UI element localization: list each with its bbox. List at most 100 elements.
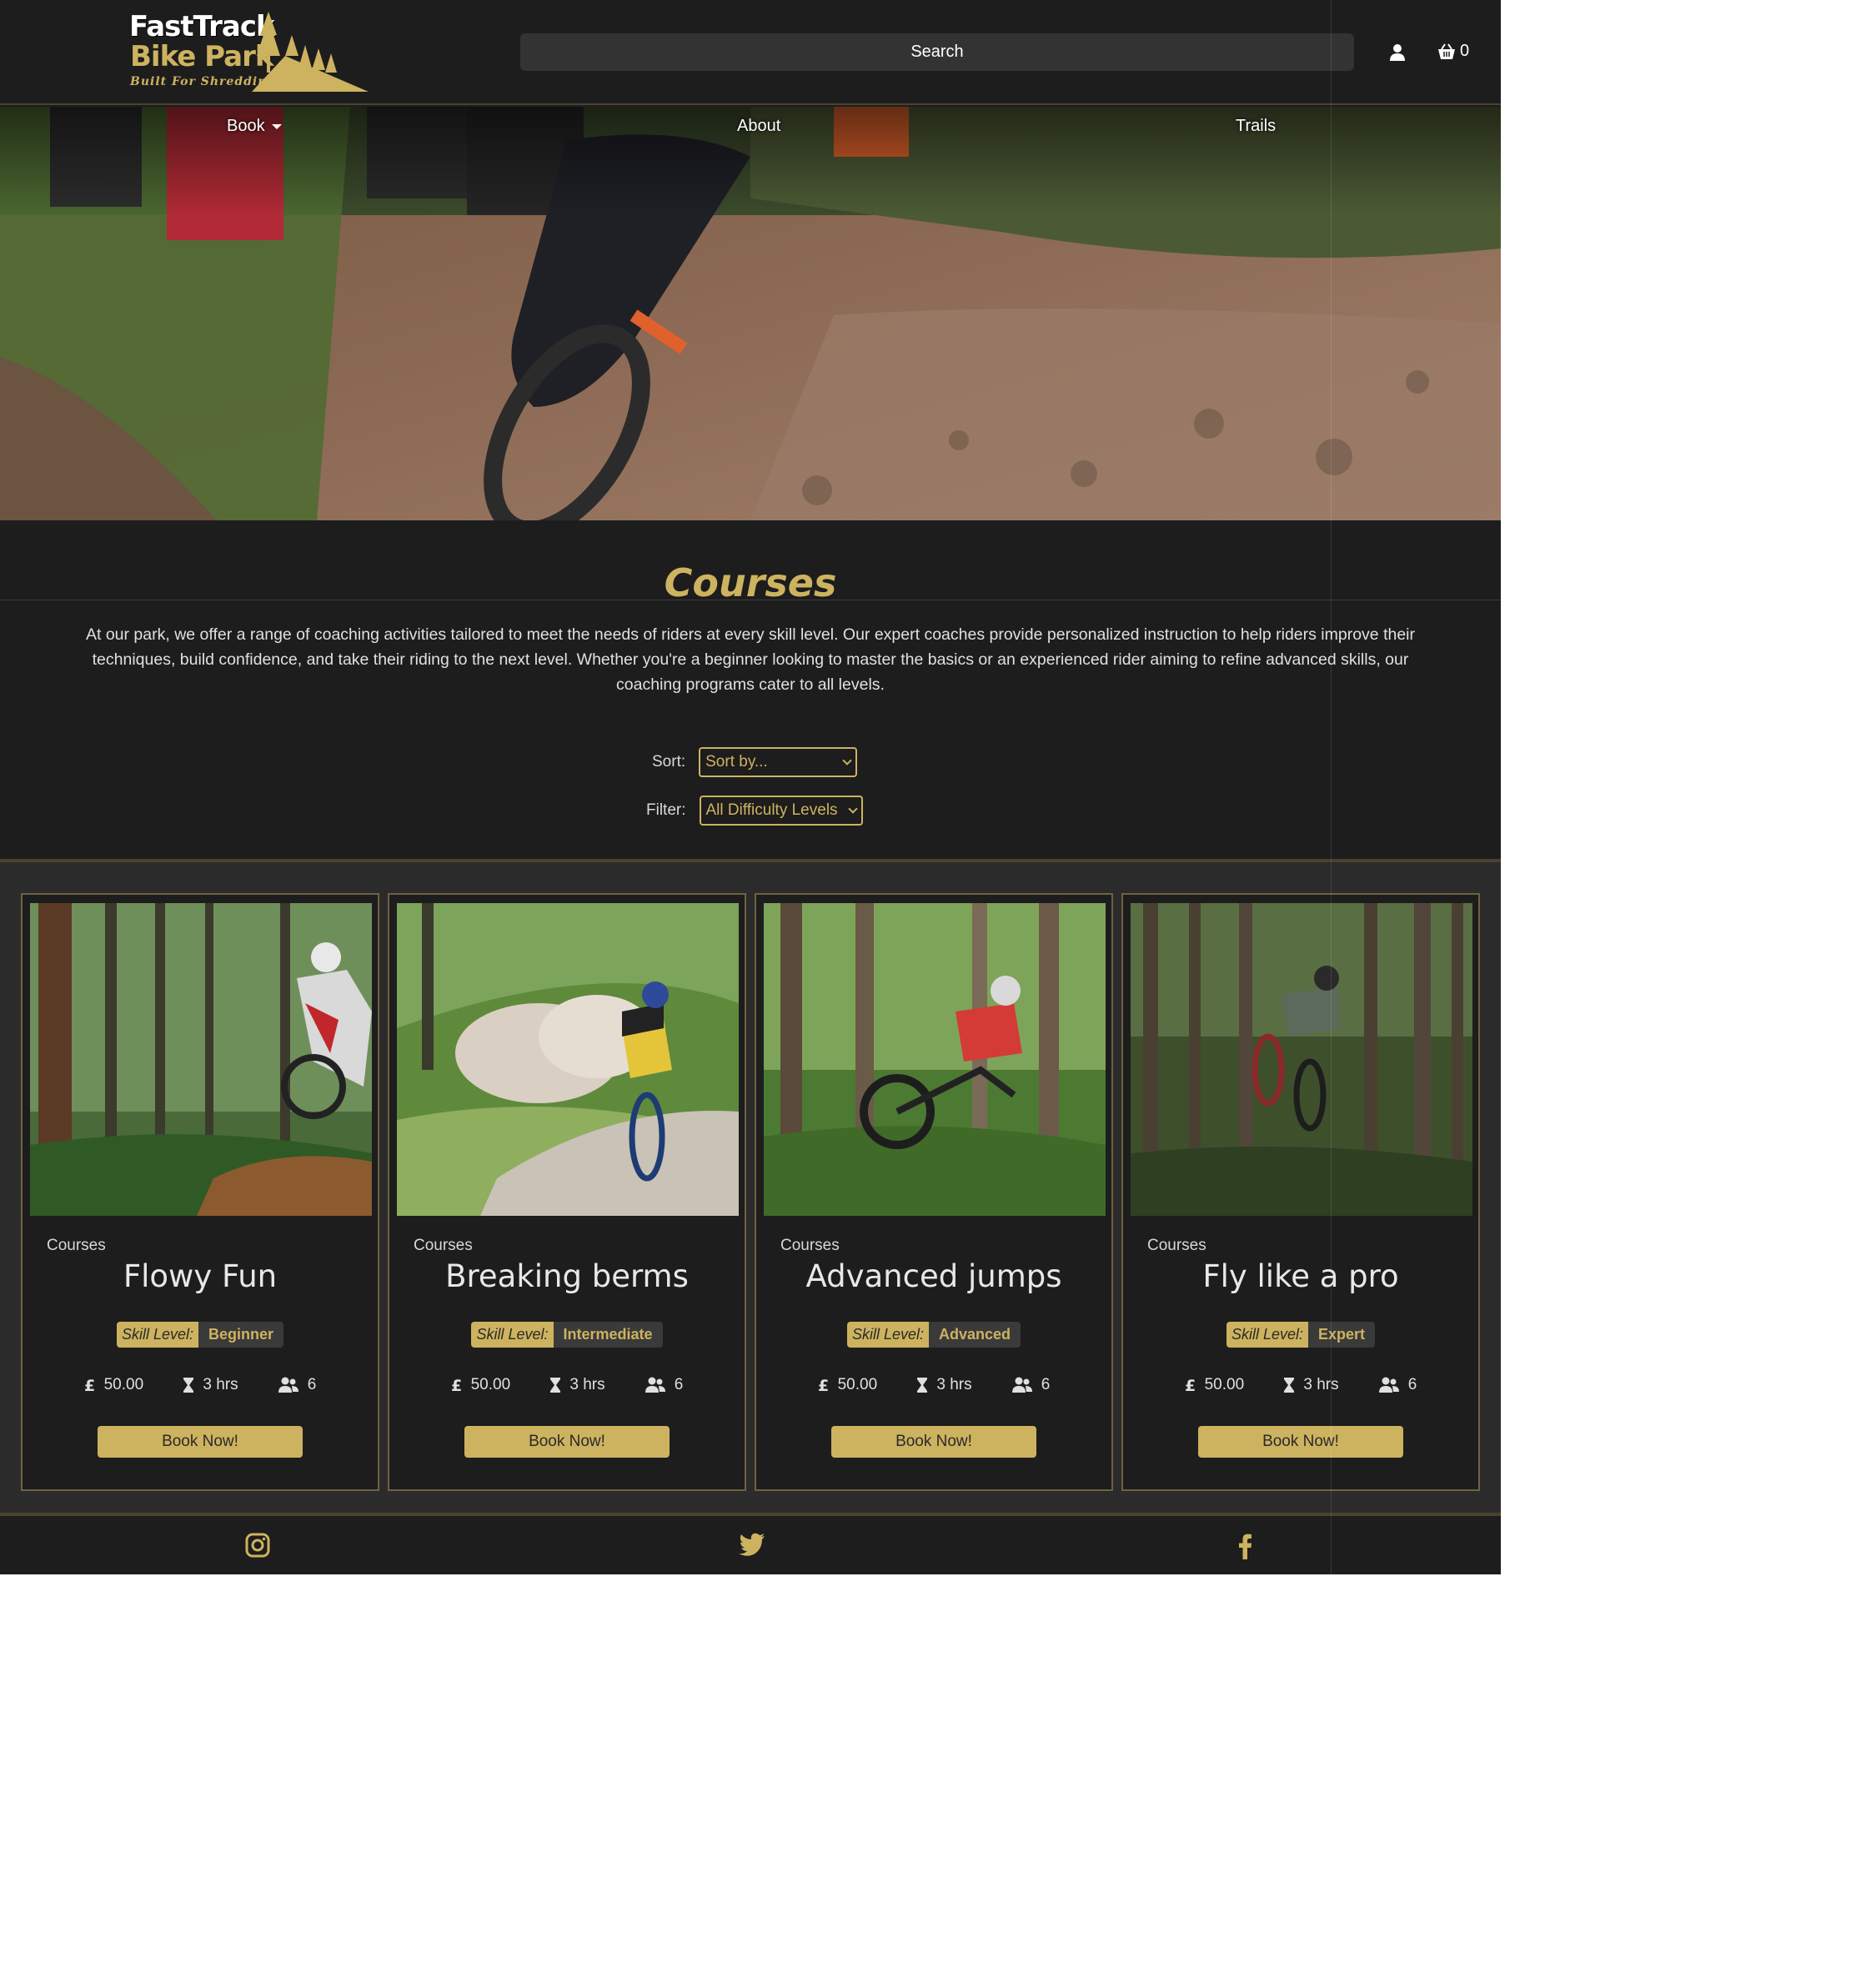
course-stats: £ 50.00 3 hrs 6 [756,1376,1111,1394]
basket-button[interactable]: 0 [1437,42,1469,61]
book-now-button[interactable]: Book Now! [98,1426,303,1458]
duration-stat: 3 hrs [916,1376,972,1394]
page: FastTrack Bike Park Built For Shredding … [0,0,1501,1574]
main-nav: Book About Trails [0,107,1501,147]
skill-badge: Skill Level: Intermediate [389,1322,745,1348]
course-stats: £ 50.00 3 hrs 6 [1123,1376,1478,1394]
skill-value: Advanced [929,1322,1021,1348]
filter-label: Filter: [646,801,686,819]
group-stat: 6 [645,1376,684,1394]
skill-label: Skill Level: [846,1322,929,1348]
skill-label: Skill Level: [1226,1322,1308,1348]
site-header: FastTrack Bike Park Built For Shredding … [0,0,1501,105]
group-stat: 6 [1011,1376,1051,1394]
scroll-guide-line [1331,0,1332,1574]
filter-control: Filter: All Difficulty Levels [646,796,863,826]
instagram-icon[interactable] [245,1533,270,1558]
course-image [30,903,372,1216]
book-now-button[interactable]: Book Now! [464,1426,670,1458]
hourglass-icon [183,1378,194,1393]
skill-badge: Skill Level: Advanced [756,1322,1111,1348]
site-logo[interactable]: FastTrack Bike Park Built For Shredding [125,10,375,93]
site-footer [0,1519,1501,1574]
price-stat: £ 50.00 [451,1376,511,1394]
users-icon [278,1377,298,1393]
filter-select[interactable]: All Difficulty Levels [699,796,863,826]
course-card: Courses Advanced jumps Skill Level: Adva… [755,893,1113,1491]
price-value: 50.00 [470,1376,511,1393]
pound-icon: £ [818,1377,829,1393]
svg-text:£: £ [84,1377,95,1393]
course-name: Breaking berms [445,1258,689,1294]
sort-value: Sort by... [705,753,768,771]
course-name: Fly like a pro [1202,1258,1399,1294]
price-stat: £ 50.00 [818,1376,878,1394]
course-category: Courses [1147,1237,1206,1254]
duration-value: 3 hrs [936,1376,972,1393]
filter-value: All Difficulty Levels [705,801,838,819]
book-now-button[interactable]: Book Now! [831,1426,1036,1458]
course-card: Courses Fly like a pro Skill Level: Expe… [1121,893,1480,1491]
intro-text: At our park, we offer a range of coachin… [85,625,1416,694]
course-image [397,903,739,1216]
course-name: Flowy Fun [123,1258,278,1294]
skill-badge: Skill Level: Beginner [23,1322,378,1348]
nav-book[interactable]: Book [227,117,282,136]
nav-trails[interactable]: Trails [1236,117,1276,136]
duration-value: 3 hrs [1303,1376,1339,1393]
price-value: 50.00 [837,1376,878,1393]
twitter-icon[interactable] [739,1533,765,1556]
price-value: 50.00 [103,1376,144,1393]
users-icon [1011,1377,1032,1393]
pound-icon: £ [84,1377,95,1393]
sort-select[interactable]: Sort by... [699,747,858,777]
sort-control: Sort: Sort by... [652,747,858,777]
duration-value: 3 hrs [203,1376,238,1393]
pound-icon: £ [451,1377,462,1393]
caret-down-icon [271,123,282,129]
hourglass-icon [917,1378,928,1393]
course-card: Courses Flowy Fun Skill Level: Beginner … [21,893,379,1491]
skill-value: Expert [1308,1322,1376,1348]
group-value: 6 [674,1376,684,1393]
skill-label: Skill Level: [471,1322,554,1348]
users-icon [1378,1377,1399,1393]
course-category: Courses [780,1237,840,1254]
course-stats: £ 50.00 3 hrs 6 [23,1376,378,1394]
search-input[interactable]: Search [520,33,1354,71]
pound-icon: £ [1185,1377,1196,1393]
course-stats: £ 50.00 3 hrs 6 [389,1376,745,1394]
price-stat: £ 50.00 [84,1376,144,1394]
course-image [1131,903,1472,1216]
duration-stat: 3 hrs [549,1376,605,1394]
course-name: Advanced jumps [805,1258,1062,1294]
skill-badge: Skill Level: Expert [1123,1322,1478,1348]
chevron-down-icon [842,756,852,766]
group-stat: 6 [278,1376,316,1394]
hourglass-icon [550,1378,561,1393]
duration-value: 3 hrs [569,1376,605,1393]
page-title: Courses [664,560,837,605]
nav-book-label: Book [227,117,265,135]
basket-icon [1438,43,1455,59]
group-value: 6 [1407,1376,1417,1393]
group-stat: 6 [1378,1376,1417,1394]
price-value: 50.00 [1204,1376,1245,1393]
basket-count: 0 [1460,42,1470,60]
skill-value: Beginner [198,1322,284,1348]
users-icon [645,1377,665,1393]
facebook-icon[interactable] [1237,1533,1252,1559]
book-now-button[interactable]: Book Now! [1198,1426,1403,1458]
svg-text:£: £ [818,1377,829,1393]
logo-trees-icon [252,12,369,92]
course-category: Courses [414,1237,473,1254]
duration-stat: 3 hrs [183,1376,238,1394]
group-value: 6 [1041,1376,1051,1393]
user-icon[interactable] [1388,43,1407,62]
skill-value: Intermediate [553,1322,663,1348]
nav-about[interactable]: About [737,117,780,136]
hourglass-icon [1284,1378,1295,1393]
course-image [764,903,1106,1216]
svg-text:£: £ [1185,1377,1196,1393]
course-card: Courses Breaking berms Skill Level: Inte… [388,893,746,1491]
